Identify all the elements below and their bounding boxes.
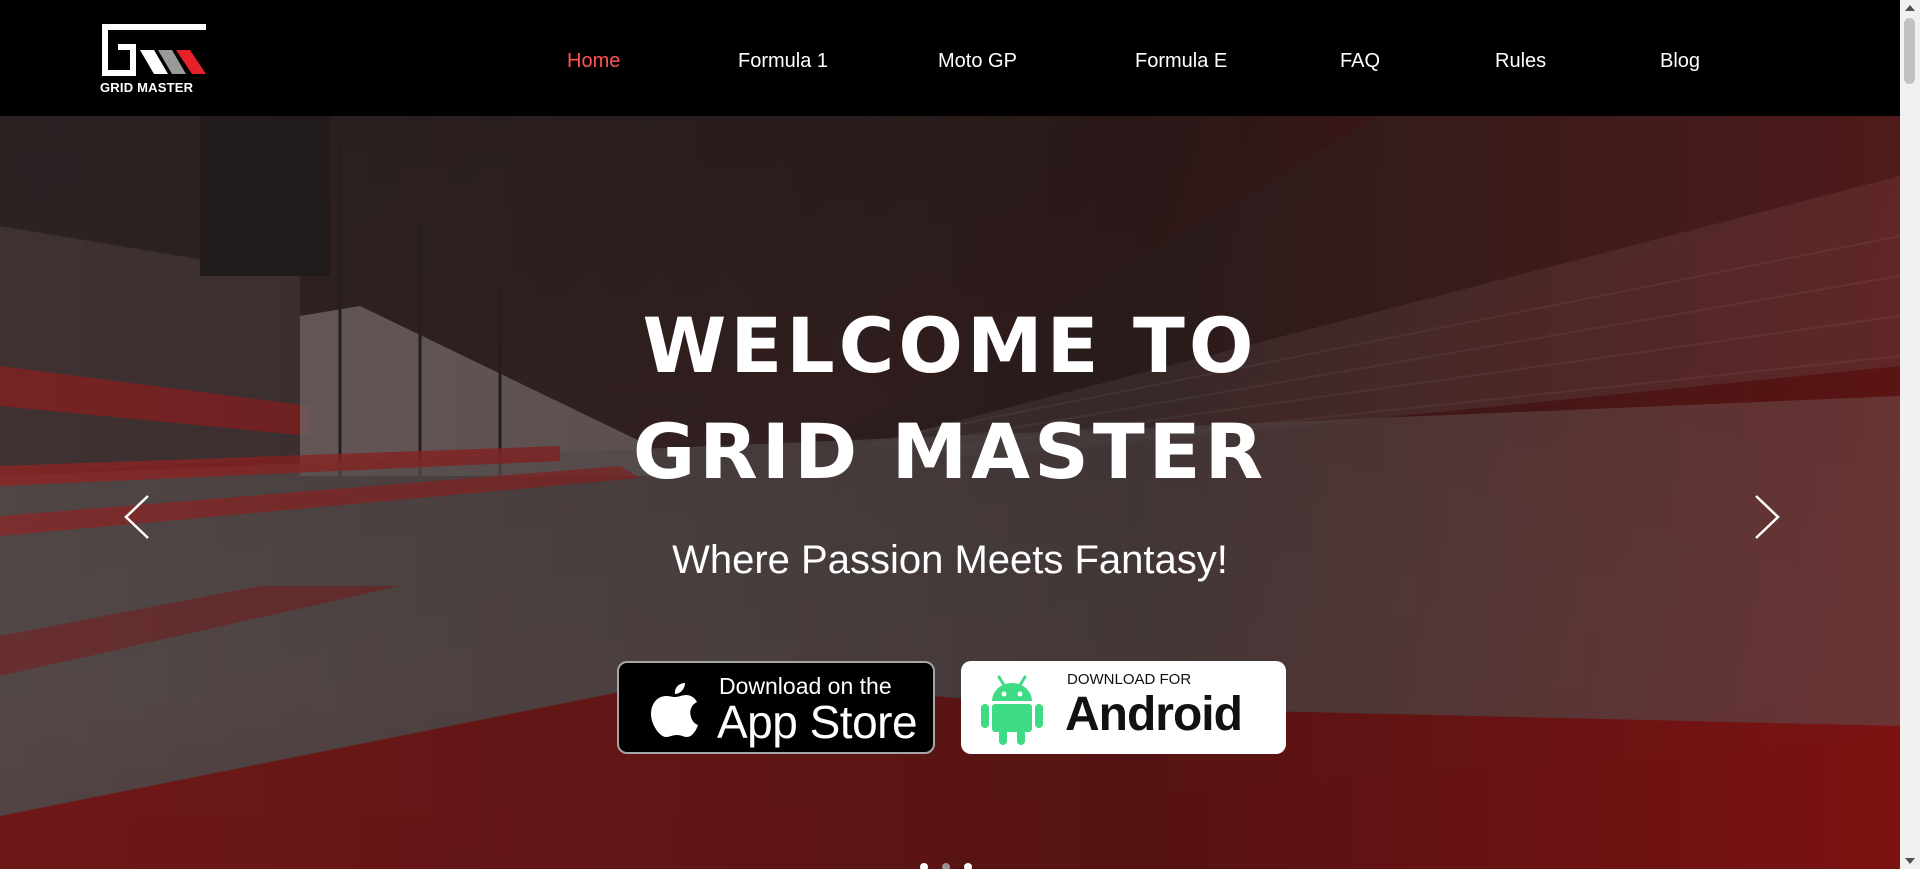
nav-rules[interactable]: Rules <box>1495 50 1546 73</box>
nav-moto-gp[interactable]: Moto GP <box>938 50 1017 73</box>
nav-formula-1[interactable]: Formula 1 <box>738 50 828 73</box>
nav-home[interactable]: Home <box>567 50 620 73</box>
carousel-prev-button[interactable] <box>122 494 152 540</box>
carousel-next-button[interactable] <box>1752 494 1782 540</box>
carousel-dot-3[interactable] <box>964 863 972 869</box>
android-big-text: Android <box>1065 688 1243 741</box>
nav-formula-e[interactable]: Formula E <box>1135 50 1227 73</box>
page-scrollbar[interactable] <box>1900 0 1920 869</box>
android-small-text: DOWNLOAD FOR <box>1067 671 1192 688</box>
hero-title-line-1: WELCOME TO <box>642 301 1258 390</box>
nav-blog[interactable]: Blog <box>1660 50 1700 73</box>
hero-carousel: WELCOME TO GRID MASTER Where Passion Mee… <box>0 116 1900 869</box>
carousel-dot-2[interactable] <box>942 863 950 869</box>
chevron-left-icon <box>124 495 149 539</box>
android-download-button[interactable]: DOWNLOAD FOR Android <box>961 661 1286 754</box>
apple-icon <box>651 683 698 737</box>
hero-tagline: Where Passion Meets Fantasy! <box>672 538 1228 582</box>
chevron-right-icon <box>1755 495 1780 539</box>
site-header: GRID MASTER Home Formula 1 Moto GP Formu… <box>0 0 1900 116</box>
scroll-down-arrow-icon[interactable] <box>1900 852 1920 869</box>
carousel-dot-1[interactable] <box>920 863 928 869</box>
app-store-download-button[interactable]: Download on the App Store <box>617 661 935 754</box>
main-nav: Home Formula 1 Moto GP Formula E FAQ Rul… <box>0 0 1900 116</box>
scroll-up-arrow-icon[interactable] <box>1900 0 1920 17</box>
hero-title-line-2: GRID MASTER <box>632 407 1268 496</box>
scrollbar-thumb[interactable] <box>1904 18 1915 84</box>
android-icon <box>981 675 1043 745</box>
nav-faq[interactable]: FAQ <box>1340 50 1380 73</box>
app-store-big-text: App Store <box>717 696 918 748</box>
